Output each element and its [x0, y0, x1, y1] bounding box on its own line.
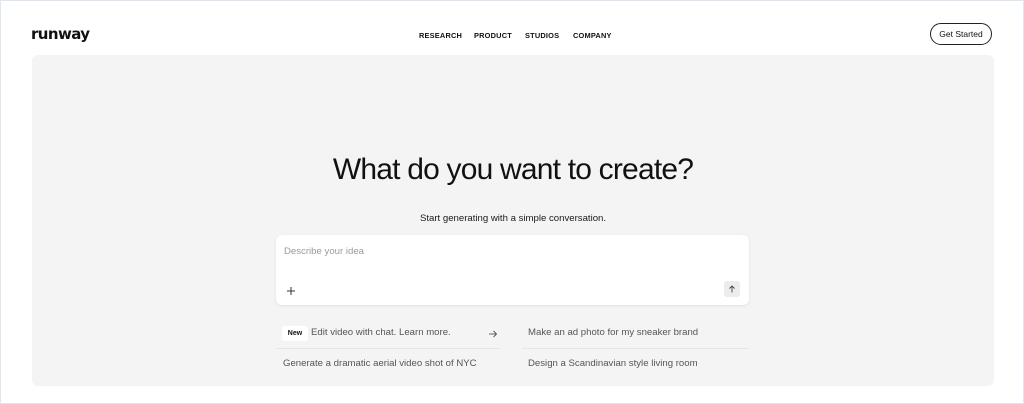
nav-item-studios[interactable]: STUDIOS: [525, 31, 573, 41]
hero-title: What do you want to create?: [332, 153, 694, 186]
suggestion-living-room[interactable]: Design a Scandinavian style living room: [528, 358, 698, 370]
suggestion-edit-video[interactable]: Edit video with chat. Learn more.: [311, 327, 451, 339]
send-button[interactable]: [724, 281, 740, 297]
runway-logo[interactable]: runway: [31, 25, 90, 43]
suggestion-divider: [522, 348, 749, 349]
prompt-input[interactable]: [284, 243, 734, 259]
suggestion-ad-photo[interactable]: Make an ad photo for my sneaker brand: [528, 327, 698, 339]
prompt-box: [276, 235, 749, 305]
arrow-up-icon: [729, 285, 735, 293]
arrow-right-icon[interactable]: [488, 329, 498, 339]
nav-item-product[interactable]: PRODUCT: [474, 31, 525, 41]
nav-item-company[interactable]: COMPANY: [573, 31, 623, 41]
hero-subtitle: Start generating with a simple conversat…: [419, 213, 607, 224]
hero-section: What do you want to create? Start genera…: [32, 55, 994, 386]
new-badge: New: [282, 326, 308, 341]
top-navigation-bar: runway RESEARCH PRODUCT STUDIOS COMPANY …: [1, 1, 1023, 55]
main-nav: RESEARCH PRODUCT STUDIOS COMPANY: [419, 31, 623, 41]
suggestion-aerial-video[interactable]: Generate a dramatic aerial video shot of…: [283, 358, 477, 370]
get-started-button[interactable]: Get Started: [930, 23, 992, 45]
nav-item-research[interactable]: RESEARCH: [419, 31, 474, 41]
suggestion-divider: [276, 348, 499, 349]
plus-icon[interactable]: [286, 286, 296, 296]
